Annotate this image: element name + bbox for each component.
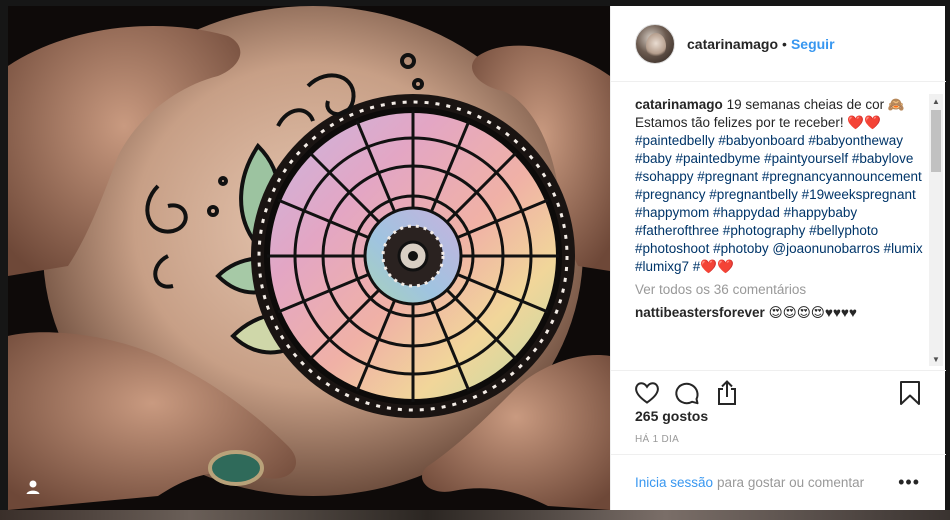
comment-bubble-icon[interactable] <box>673 379 701 407</box>
scroll-up-arrow-icon[interactable]: ▲ <box>929 94 943 108</box>
comments-list: catarinamago 19 semanas cheias de cor 🙈 … <box>611 88 946 370</box>
scrollbar-thumb[interactable] <box>931 110 941 172</box>
caption-username[interactable]: catarinamago <box>635 97 723 112</box>
login-footer: Inicia sessão para gostar ou comentar ••… <box>611 454 946 510</box>
more-options-icon[interactable]: ••• <box>898 473 920 491</box>
likes-count[interactable]: 265 gostos <box>635 408 708 424</box>
post-header: catarinamago • Seguir <box>611 6 946 82</box>
scroll-down-arrow-icon[interactable]: ▼ <box>929 352 943 366</box>
comment-username[interactable]: nattibeastersforever <box>635 305 765 320</box>
avatar[interactable] <box>635 23 675 64</box>
post-details-panel: catarinamago • Seguir catarinamago 19 se… <box>610 6 946 510</box>
post-modal: catarinamago • Seguir catarinamago 19 se… <box>0 0 950 520</box>
user-tag-icon[interactable] <box>24 478 42 496</box>
separator-dot: • <box>782 35 787 52</box>
comments-scrollbar[interactable]: ▲ ▼ <box>929 94 943 366</box>
bookmark-icon[interactable] <box>896 379 924 407</box>
post-photo[interactable] <box>8 6 610 510</box>
post-timestamp[interactable]: HÁ 1 DIA <box>635 434 679 445</box>
caption-hashtags[interactable]: #paintedbelly #babyonboard #babyontheway… <box>635 133 923 274</box>
username-link[interactable]: catarinamago <box>687 36 778 52</box>
view-all-comments-link[interactable]: Ver todos os 36 comentários <box>635 282 932 297</box>
comment-text: 😍😍😍😍♥♥♥♥ <box>768 305 857 320</box>
list-item: nattibeastersforever 😍😍😍😍♥♥♥♥ <box>635 305 932 321</box>
share-icon[interactable] <box>713 379 741 407</box>
follow-button[interactable]: Seguir <box>791 36 835 52</box>
heart-icon[interactable] <box>633 379 661 407</box>
background-page-strip <box>0 510 950 520</box>
painted-belly-image <box>8 6 610 510</box>
login-link[interactable]: Inicia sessão <box>635 475 713 490</box>
post-caption: catarinamago 19 semanas cheias de cor 🙈 … <box>635 96 932 276</box>
login-prompt-text: para gostar ou comentar <box>717 475 865 490</box>
